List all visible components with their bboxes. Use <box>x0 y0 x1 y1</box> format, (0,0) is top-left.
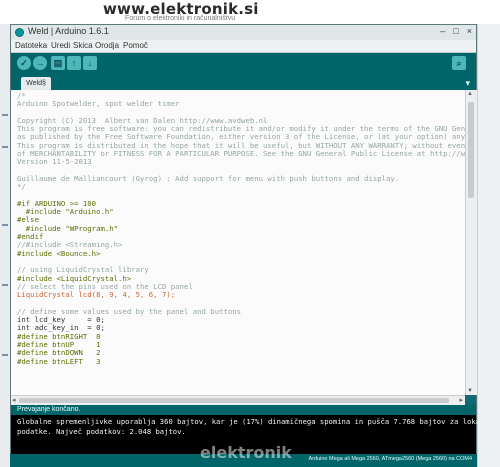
close-button[interactable]: × <box>467 26 472 36</box>
title-bar: Weld | Arduino 1.6.1 – □ × <box>11 25 476 41</box>
menu-edit[interactable]: Uredi <box>51 41 70 50</box>
scroll-up-icon[interactable]: ▲ <box>467 91 473 97</box>
gutter-mark <box>2 146 8 148</box>
code-line: */ <box>17 182 26 192</box>
tab-strip: Weld§ ▾ <box>11 77 476 90</box>
maximize-button[interactable]: □ <box>453 26 458 36</box>
menu-help[interactable]: Pomoč <box>123 41 148 50</box>
code-line: LiquidCrystal lcd(8, 9, 4, 5, 6, 7); <box>17 290 176 300</box>
minimize-button[interactable]: – <box>440 26 445 36</box>
menu-file[interactable]: Datoteka <box>15 41 47 50</box>
gutter-mark <box>2 114 8 116</box>
board-info: Arduino Mega ali Mega 2560, ATmega2560 (… <box>308 456 472 462</box>
serial-monitor-button[interactable]: ⌕ <box>452 56 466 70</box>
arduino-icon <box>15 28 24 37</box>
save-button[interactable]: ↓ <box>83 56 97 70</box>
console-line: Globalne spremenljivke uporablja 360 baj… <box>17 417 493 426</box>
watermark-bottom: elektronik <box>200 443 292 462</box>
code-line: #include <Bounce.h> <box>17 248 101 258</box>
toolbar: ✓ → ▤ ↑ ↓ ⌕ <box>11 53 476 77</box>
tab-weld[interactable]: Weld§ <box>21 77 51 90</box>
scrollbar-thumb[interactable] <box>19 398 449 403</box>
gutter-mark <box>2 284 8 286</box>
console-line: podatke. Največ podatkov: 2.048 bajtov. <box>17 426 186 436</box>
upload-button[interactable]: → <box>33 56 47 70</box>
menu-bar: Datoteka Uredi Skica Orodja Pomoč <box>11 40 476 53</box>
status-bar: Prevajanje končano. <box>11 405 476 415</box>
watermark-subtitle: Forum o elektroniki in računalništvu <box>125 15 236 22</box>
scroll-left-icon[interactable]: ◂ <box>12 396 16 404</box>
gutter-mark <box>2 354 8 356</box>
background-window-right <box>477 24 500 467</box>
new-button[interactable]: ▤ <box>51 56 65 70</box>
arduino-ide-window: Weld | Arduino 1.6.1 – □ × Datoteka Ured… <box>10 24 493 455</box>
code-text: /* Arduino Spotwelder, spot welder timer… <box>17 91 465 366</box>
menu-sketch[interactable]: Skica <box>73 41 93 50</box>
window-title: Weld | Arduino 1.6.1 <box>28 26 109 36</box>
menu-tools[interactable]: Orodja <box>95 41 119 50</box>
window-controls: – □ × <box>440 26 472 36</box>
scroll-right-icon[interactable]: ▸ <box>459 396 463 404</box>
code-line: Guillaume de Malliancourt (Gyrog) : Add … <box>17 173 400 183</box>
gutter-mark <box>2 224 8 226</box>
code-editor[interactable]: /* Arduino Spotwelder, spot welder timer… <box>11 90 465 395</box>
verify-button[interactable]: ✓ <box>17 56 31 70</box>
scrollbar-thumb[interactable] <box>468 102 474 198</box>
tab-menu-icon[interactable]: ▾ <box>465 78 470 89</box>
open-button[interactable]: ↑ <box>67 56 81 70</box>
code-line: Arduino Spotwelder, spot welder timer <box>17 99 180 109</box>
scroll-down-icon[interactable]: ▼ <box>467 388 473 394</box>
code-line: Version 11-5-2013 <box>17 157 92 167</box>
editor-vertical-scrollbar[interactable]: ▲ ▼ <box>465 90 477 395</box>
code-line: #define btnLEFT 3 <box>17 356 101 366</box>
